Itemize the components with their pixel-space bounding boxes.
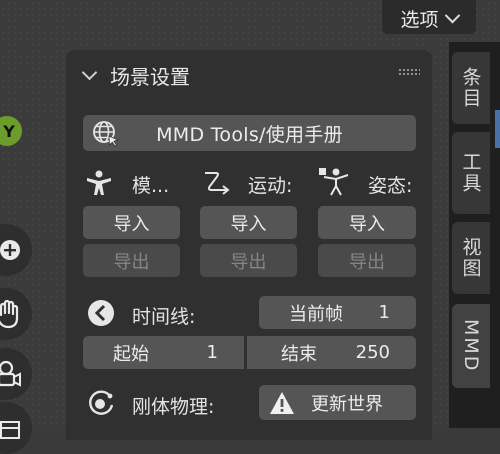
globe-link-icon	[93, 121, 120, 147]
collapse-chevron-icon[interactable]	[81, 64, 98, 81]
tab-view-label: 视图	[459, 237, 482, 279]
import-model-label: 导入	[113, 213, 150, 235]
panel-header[interactable]: 场景设置	[66, 50, 432, 96]
tab-tool-label: 工具	[459, 152, 482, 194]
armature-pose-icon	[87, 170, 111, 195]
start-frame-label: 起始	[113, 343, 149, 365]
export-pose-button[interactable]: 导出	[318, 244, 416, 277]
start-frame-value: 1	[206, 342, 218, 363]
grid-icon	[0, 421, 20, 439]
end-frame-value: 250	[355, 342, 390, 363]
physics-orbit-icon	[89, 390, 114, 415]
motion-curve-icon	[205, 172, 230, 195]
scene-settings-panel: 场景设置 MMD Tools/使用手册 模... 运动: 姿态: 导入 导出 导…	[66, 50, 432, 440]
tab-item[interactable]: 条目	[452, 52, 490, 124]
motion-column-label: 运动:	[248, 175, 293, 197]
warning-icon	[270, 391, 294, 414]
import-model-button[interactable]: 导入	[83, 206, 180, 239]
export-motion-label: 导出	[230, 251, 267, 273]
current-frame-value: 1	[378, 302, 390, 323]
import-pose-button[interactable]: 导入	[318, 206, 416, 239]
import-motion-label: 导入	[230, 213, 267, 235]
tab-mmd-label: MMD	[460, 319, 482, 373]
current-frame-label: 当前帧	[289, 303, 343, 325]
hand-icon	[0, 299, 19, 329]
zoom-plus-icon	[0, 240, 20, 260]
tab-item-label: 条目	[459, 67, 482, 109]
start-frame-field[interactable]: 起始 1	[83, 336, 244, 369]
tab-tool[interactable]: 工具	[452, 132, 490, 214]
timeline-clock-icon	[88, 300, 114, 326]
chevron-down-icon	[444, 7, 460, 23]
current-frame-field[interactable]: 当前帧 1	[259, 296, 416, 329]
options-label: 选项	[400, 8, 439, 31]
export-motion-button[interactable]: 导出	[200, 244, 297, 277]
tab-view[interactable]: 视图	[452, 222, 490, 294]
sidebar-scroll-indicator	[495, 110, 500, 148]
manual-button-label: MMD Tools/使用手册	[156, 123, 343, 146]
model-column-label: 模...	[132, 175, 170, 197]
options-dropdown[interactable]: 选项	[382, 0, 476, 34]
export-model-button[interactable]: 导出	[83, 244, 180, 277]
update-world-button[interactable]: 更新世界	[259, 385, 416, 420]
manual-button[interactable]: MMD Tools/使用手册	[83, 115, 416, 151]
end-frame-label: 结束	[281, 343, 317, 365]
export-pose-label: 导出	[349, 251, 385, 273]
export-model-label: 导出	[113, 251, 150, 273]
pose-figure-icon	[319, 168, 349, 196]
panel-title: 场景设置	[110, 65, 190, 89]
import-pose-label: 导入	[349, 213, 385, 235]
pose-column-label: 姿态:	[368, 175, 413, 197]
import-motion-button[interactable]: 导入	[200, 206, 297, 239]
update-world-label: 更新世界	[311, 393, 383, 415]
camera-icon	[0, 360, 21, 387]
drag-grip-icon[interactable]	[398, 68, 420, 76]
timeline-label: 时间线:	[132, 306, 196, 328]
end-frame-field[interactable]: 结束 250	[247, 336, 416, 369]
tab-mmd[interactable]: MMD	[452, 304, 490, 388]
rigid-body-label: 刚体物理:	[132, 396, 215, 418]
y-axis-label: Y	[3, 121, 15, 141]
